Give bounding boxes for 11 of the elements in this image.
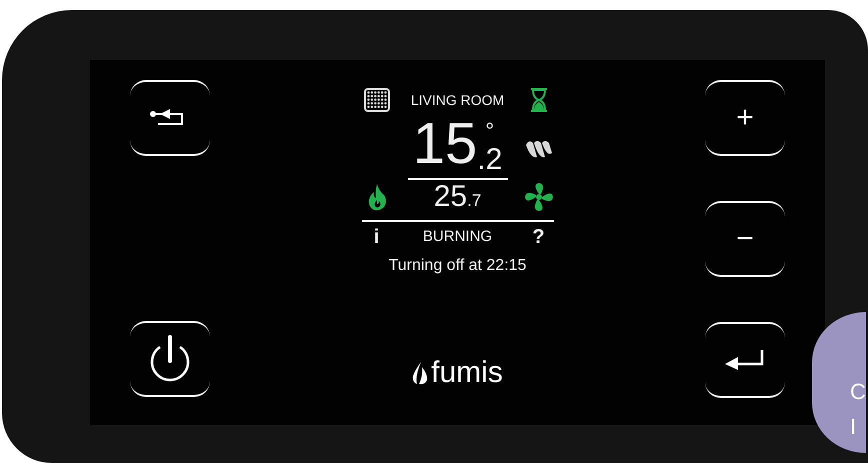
info-symbol[interactable]: i: [362, 227, 392, 248]
brand-name: fumis: [431, 358, 503, 388]
help-symbol[interactable]: ?: [524, 227, 554, 248]
room-name: LIVING ROOM: [410, 93, 506, 107]
drop-logo-icon: [412, 361, 428, 386]
setpoint-temperature: 25.7: [432, 182, 482, 212]
minus-button[interactable]: −: [705, 201, 785, 277]
status-message: Turning off at 22:15: [388, 256, 528, 276]
enter-arrow-icon: [724, 349, 766, 371]
status-text: BURNING: [422, 226, 494, 247]
plus-button[interactable]: +: [705, 80, 785, 156]
